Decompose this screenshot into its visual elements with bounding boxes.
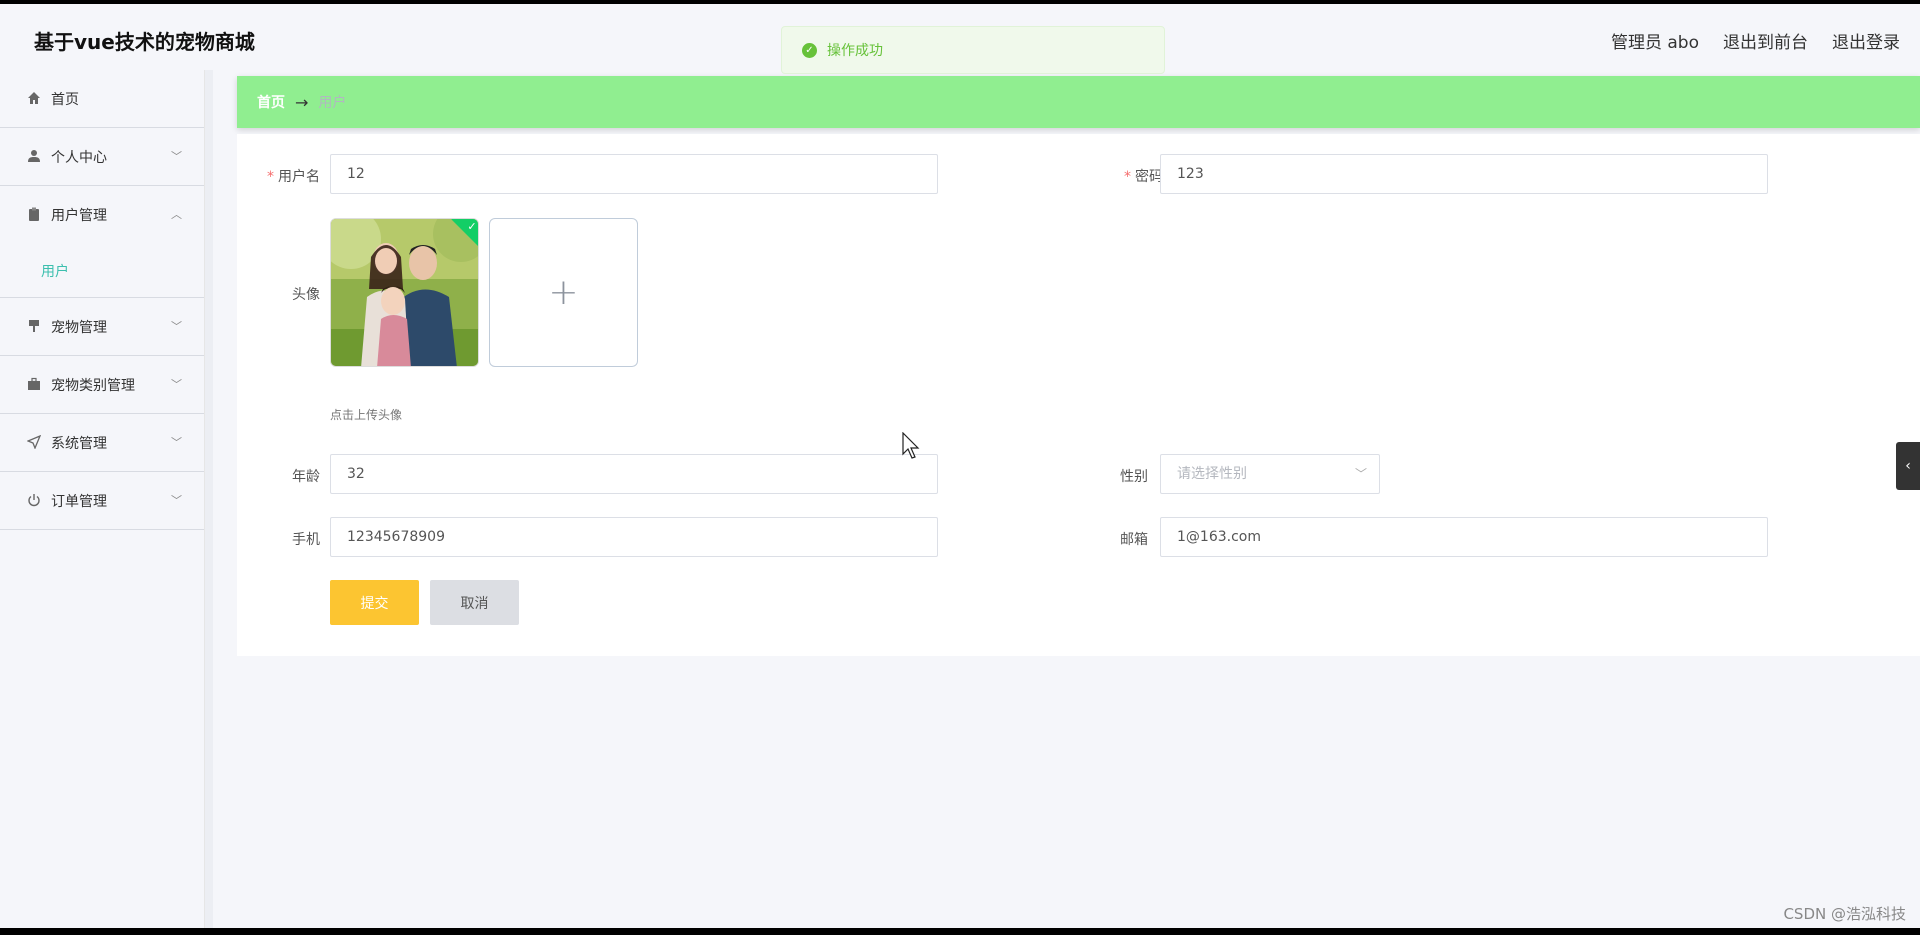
sidebar-subitem-user[interactable]: 用户 — [0, 244, 204, 298]
cancel-button[interactable]: 取消 — [430, 580, 519, 625]
chevron-left-icon: ‹ — [1905, 458, 1911, 474]
clipboard-icon — [26, 207, 42, 223]
gender-select[interactable]: 请选择性别 ﹀ — [1160, 454, 1380, 494]
toast-message: 操作成功 — [827, 43, 883, 59]
sidebar-item-pet-management[interactable]: 宠物管理 ﹀ — [0, 298, 204, 356]
username-input[interactable]: 12 — [330, 154, 938, 194]
chevron-down-icon: ﹀ — [171, 494, 182, 507]
sidebar-scrollbar[interactable] — [205, 70, 213, 928]
sidebar: 首页 个人中心 ﹀ 用户管理 ︿ 用户 宠物管理 ﹀ 宠物类别管理 ﹀ 系统管理… — [0, 70, 205, 928]
sidebar-item-label: 宠物管理 — [51, 319, 107, 336]
age-label: 年龄 — [292, 469, 320, 485]
admin-label: 管理员 abo — [1610, 33, 1699, 53]
chevron-down-icon: ﹀ — [171, 378, 182, 391]
breadcrumb-home[interactable]: 首页 — [257, 92, 285, 112]
sidebar-item-pet-category-management[interactable]: 宠物类别管理 ﹀ — [0, 356, 204, 414]
breadcrumb-current: 用户 — [318, 95, 347, 111]
home-icon — [26, 91, 42, 107]
sidebar-item-home[interactable]: 首页 — [0, 70, 204, 128]
logout-link[interactable]: 退出登录 — [1832, 28, 1900, 53]
email-label: 邮箱 — [1120, 532, 1148, 548]
username-label: * 用户名 — [267, 169, 320, 185]
submit-button[interactable]: 提交 — [330, 580, 419, 625]
chevron-down-icon: ﹀ — [171, 320, 182, 333]
sidebar-item-label: 个人中心 — [51, 149, 107, 166]
sidebar-item-label: 用户管理 — [51, 208, 107, 224]
gender-placeholder: 请选择性别 — [1177, 466, 1247, 482]
chevron-up-icon: ︿ — [171, 208, 182, 221]
user-form: * 用户名 12 * 密码 123 头像 ✓ + 点击上传头像 年龄 32 性别… — [237, 134, 1920, 656]
upload-tip: 点击上传头像 — [330, 408, 403, 422]
email-input[interactable]: 1@163.com — [1160, 517, 1768, 557]
sidebar-item-user-management[interactable]: 用户管理 ︿ — [0, 186, 204, 244]
chevron-down-icon: ﹀ — [171, 436, 182, 449]
sidebar-item-label: 首页 — [51, 91, 79, 108]
plus-icon: + — [548, 272, 579, 313]
arrow-right-icon: → — [295, 92, 309, 112]
power-icon — [26, 493, 42, 509]
sidebar-item-system-management[interactable]: 系统管理 ﹀ — [0, 414, 204, 472]
header-actions: 管理员 abo 退出到前台 退出登录 — [1611, 28, 1900, 53]
phone-label: 手机 — [292, 532, 320, 548]
sidebar-item-personal-center[interactable]: 个人中心 ﹀ — [0, 128, 204, 186]
family-photo — [331, 219, 478, 366]
mouse-cursor-icon — [902, 432, 920, 459]
collapse-panel-tab[interactable]: ‹ — [1896, 442, 1920, 490]
avatar-image[interactable]: ✓ — [330, 218, 479, 367]
password-input[interactable]: 123 — [1160, 154, 1768, 194]
sidebar-item-label: 订单管理 — [51, 493, 107, 510]
check-circle-icon: ✓ — [802, 42, 817, 58]
phone-input[interactable]: 12345678909 — [330, 517, 938, 557]
send-icon — [26, 434, 42, 451]
brush-icon — [26, 319, 42, 335]
password-label: * 密码 — [1124, 169, 1163, 185]
gender-label: 性别 — [1120, 469, 1148, 485]
age-input[interactable]: 32 — [330, 454, 938, 494]
check-icon: ✓ — [467, 219, 477, 233]
chevron-down-icon: ﹀ — [171, 150, 182, 163]
app-title: 基于vue技术的宠物商城 — [34, 30, 255, 54]
user-icon — [26, 149, 42, 165]
watermark: CSDN @浩泓科技 — [1783, 905, 1906, 923]
exit-to-front-link[interactable]: 退出到前台 — [1723, 28, 1808, 53]
sidebar-item-label: 宠物类别管理 — [51, 377, 135, 394]
briefcase-icon — [26, 377, 42, 393]
breadcrumb: 首页 → 用户 — [237, 76, 1920, 128]
sidebar-item-order-management[interactable]: 订单管理 ﹀ — [0, 472, 204, 530]
avatar-label: 头像 — [292, 287, 320, 303]
success-toast: ✓ 操作成功 — [781, 26, 1165, 74]
app-window: 基于vue技术的宠物商城 管理员 abo 退出到前台 退出登录 ✓ 操作成功 首… — [0, 4, 1920, 928]
sidebar-item-label: 系统管理 — [51, 435, 107, 452]
avatar-upload-button[interactable]: + — [489, 218, 638, 367]
chevron-down-icon: ﹀ — [1354, 467, 1367, 481]
